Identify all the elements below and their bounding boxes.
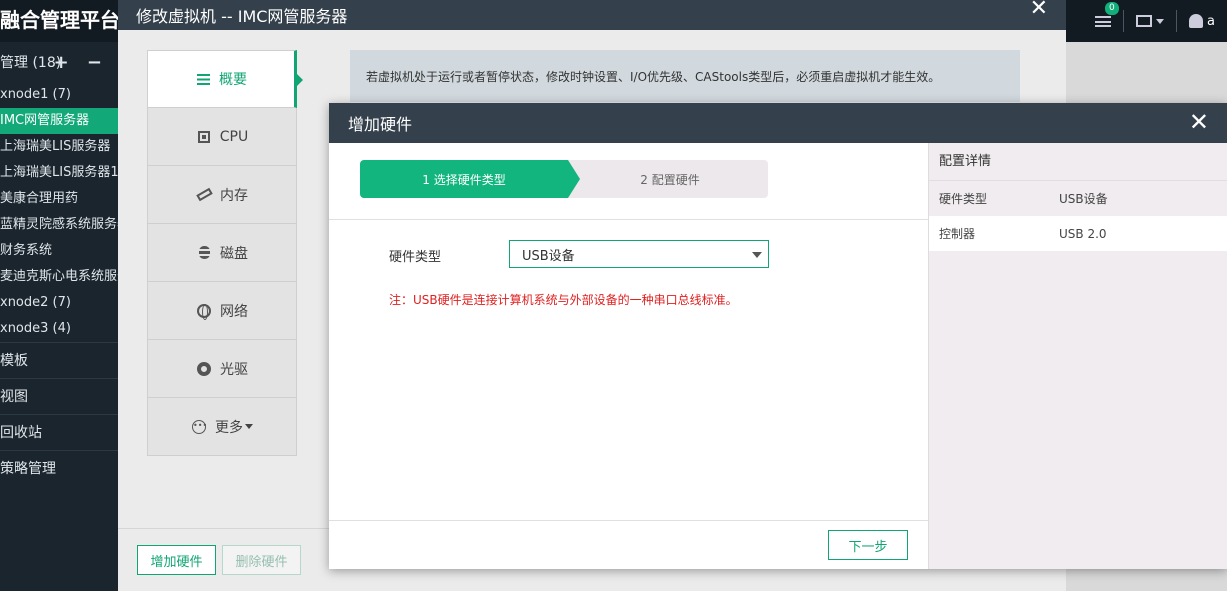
tab-label: 更多 [215,419,243,436]
cpu-icon [196,129,212,145]
wizard-steps: 2 配置硬件 1 选择硬件类型 [360,160,768,198]
sidebar-item[interactable]: 财务系统 [0,238,118,264]
detail-key: 控制器 [939,227,976,241]
sidebar-header-actions[interactable]: + − [54,52,108,73]
detail-key: 硬件类型 [939,192,988,206]
sidebar-item[interactable]: xnode1 (7) [0,82,118,108]
chevron-down-icon [752,252,762,258]
sidebar-section-recycle-bin[interactable]: 回收站 [0,414,118,450]
add-hardware-modal: 增加硬件 ✕ 2 配置硬件 1 选择硬件类型 硬件类型 USB设备 注：USB硬… [329,103,1227,569]
sidebar: 管理 (18) + − xnode1 (7) IMC网管服务器 上海瑞美LIS服… [0,42,118,591]
sidebar-item[interactable]: 蓝精灵院感系统服务器 [0,212,118,238]
sidebar-item[interactable]: 麦迪克斯心电系统服务 [0,264,118,290]
user-name: a [1207,13,1215,29]
tab-label: CPU [219,128,249,145]
memory-icon [195,187,213,203]
divider [329,219,928,220]
messages-icon [1095,15,1112,27]
restart-notice: 若虚拟机处于运行或者暂停状态，修改时钟设置、I/O优先级、CAStools类型后… [350,50,1020,102]
add-hardware-modal-title: 增加硬件 [348,115,413,134]
tab-label: 概要 [219,72,247,88]
step-configure-hardware: 2 配置硬件 [556,160,768,198]
network-icon [196,303,212,320]
vm-settings-tabs: 概要 CPU 内存 磁盘 网络 光驱 ••• 更多 [147,50,303,456]
close-icon[interactable]: ✕ [1189,110,1209,134]
user-icon [1189,14,1204,28]
step-select-hardware-type: 1 选择硬件类型 [360,160,580,198]
tab-network[interactable]: 网络 [147,282,297,340]
top-right-toolbar: 0 a [1083,0,1227,42]
sidebar-item[interactable]: xnode2 (7) [0,290,118,316]
sidebar-item[interactable]: xnode3 (4) [0,316,118,342]
tab-summary[interactable]: 概要 [147,50,303,108]
window-menu-button[interactable] [1123,10,1176,32]
user-menu-button[interactable]: a [1176,10,1227,32]
app-title: 融合管理平台 [0,8,120,32]
detail-row: 硬件类型 USB设备 [929,181,1227,216]
edit-vm-modal-header: 修改虚拟机 -- IMC网管服务器 ✕ [118,0,1066,30]
usb-note: 注：USB硬件是连接计算机系统与外部设备的一种串口总线标准。 [389,293,738,307]
close-icon[interactable]: ✕ [1030,0,1048,20]
edit-vm-modal-title: 修改虚拟机 -- IMC网管服务器 [136,7,348,26]
detail-value: USB设备 [1059,192,1108,206]
cdrom-icon [196,361,212,377]
sidebar-item[interactable]: 上海瑞美LIS服务器1 [0,160,118,186]
config-details-title: 配置详情 [929,143,1227,181]
add-hardware-form: 2 配置硬件 1 选择硬件类型 硬件类型 USB设备 注：USB硬件是连接计算机… [329,143,928,569]
list-icon [195,71,211,87]
tab-disk[interactable]: 磁盘 [147,224,297,282]
hardware-type-label: 硬件类型 [389,250,442,265]
tab-label: 网络 [220,303,248,320]
chevron-down-icon [245,424,253,429]
add-hardware-modal-header: 增加硬件 ✕ [329,103,1227,143]
tab-label: 内存 [220,187,248,204]
next-step-button[interactable]: 下一步 [828,530,908,560]
more-icon: ••• [191,419,207,435]
sidebar-item[interactable]: 上海瑞美LIS服务器 [0,134,118,160]
disk-icon [196,245,212,261]
hardware-type-value: USB设备 [522,248,575,264]
tab-cdrom[interactable]: 光驱 [147,340,297,398]
tab-label: 磁盘 [220,245,248,262]
messages-button[interactable]: 0 [1083,2,1123,32]
divider [329,520,928,521]
messages-badge: 0 [1105,2,1119,15]
sidebar-header-label: 管理 (18) [0,55,62,71]
detail-value: USB 2.0 [1059,226,1107,241]
sidebar-item[interactable]: 美康合理用药 [0,186,118,212]
chevron-down-icon [1156,18,1165,24]
sidebar-header: 管理 (18) + − [0,42,118,82]
tab-memory[interactable]: 内存 [147,166,297,224]
sidebar-section-policy[interactable]: 策略管理 [0,450,118,486]
remove-hardware-button[interactable]: 删除硬件 [222,545,301,575]
hardware-type-select[interactable]: USB设备 [509,240,769,268]
window-icon [1136,15,1153,27]
config-details-panel: 配置详情 硬件类型 USB设备 控制器 USB 2.0 [928,143,1227,569]
sidebar-section-templates[interactable]: 模板 [0,342,118,378]
sidebar-item-active[interactable]: IMC网管服务器 [0,108,118,134]
detail-row: 控制器 USB 2.0 [929,216,1227,251]
tab-cpu[interactable]: CPU [147,108,297,166]
add-hardware-button[interactable]: 增加硬件 [137,545,216,575]
tab-label: 光驱 [220,361,248,378]
tab-more[interactable]: ••• 更多 [147,398,297,456]
sidebar-section-views[interactable]: 视图 [0,378,118,414]
